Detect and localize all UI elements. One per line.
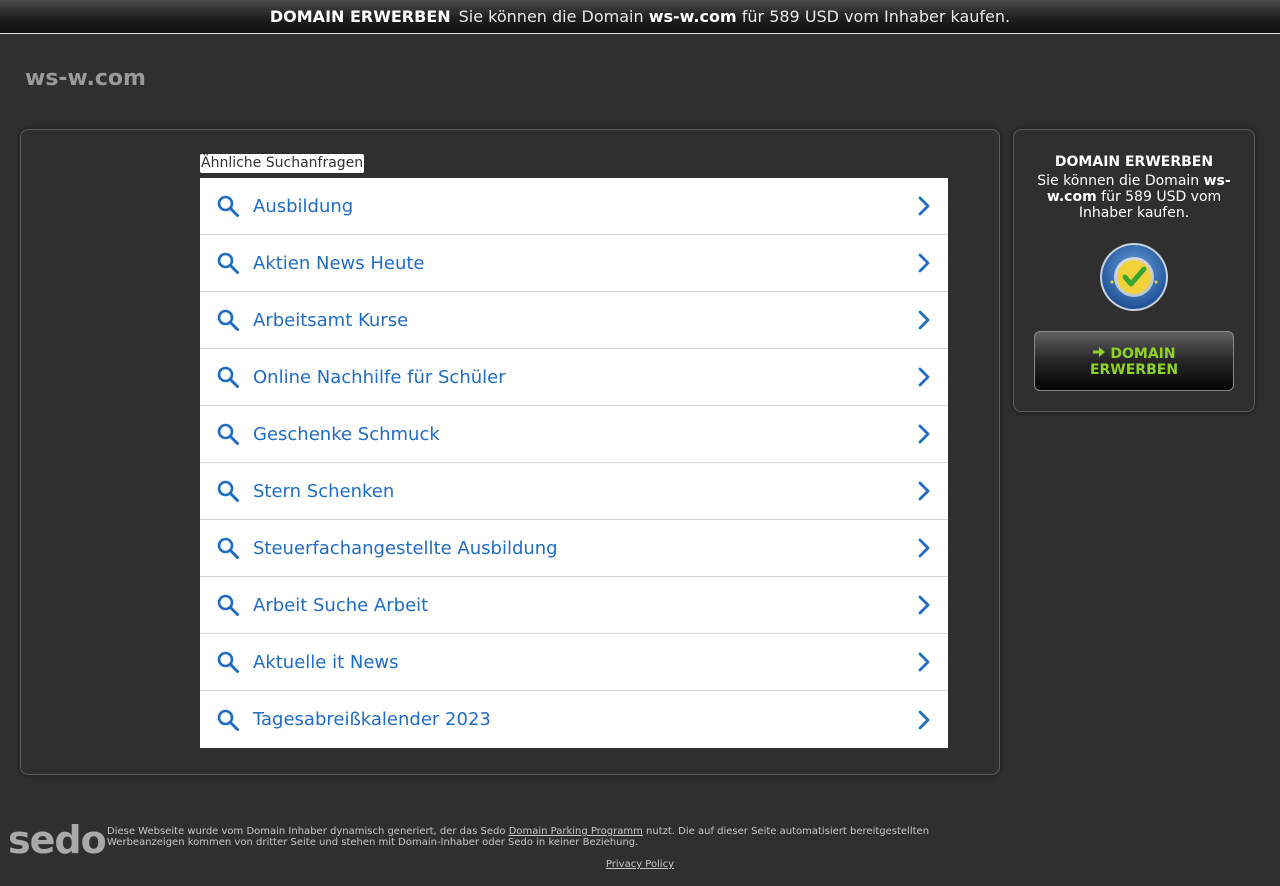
- search-icon: [216, 650, 240, 674]
- chevron-right-icon: [916, 594, 932, 616]
- search-icon: [216, 251, 240, 275]
- buy-domain-button[interactable]: DOMAIN ERWERBEN: [1034, 331, 1234, 391]
- top-banner[interactable]: DOMAIN ERWERBEN Sie können die Domain ws…: [0, 0, 1280, 34]
- chevron-right-icon: [916, 709, 932, 731]
- buy-domain-button-label-1: DOMAIN: [1110, 345, 1176, 362]
- privacy-footer: Privacy Policy: [0, 859, 1280, 870]
- footer-disclaimer: Diese Webseite wurde vom Domain Inhaber …: [107, 826, 947, 848]
- related-search-item[interactable]: Arbeitsamt Kurse: [200, 292, 948, 349]
- related-search-item[interactable]: Aktien News Heute: [200, 235, 948, 292]
- sedo-buyer-protection-badge: [1099, 242, 1169, 312]
- buy-domain-title: DOMAIN ERWERBEN: [1054, 154, 1214, 170]
- search-icon: [216, 479, 240, 503]
- sedo-logo: sedo: [8, 818, 107, 862]
- buy-domain-text-before: Sie können die Domain: [1037, 173, 1200, 189]
- related-search-item[interactable]: Tagesabreißkalender 2023: [200, 691, 948, 748]
- related-search-item[interactable]: Aktuelle it News: [200, 634, 948, 691]
- related-search-label: Geschenke Schmuck: [253, 423, 440, 445]
- related-search-item[interactable]: Online Nachhilfe für Schüler: [200, 349, 948, 406]
- privacy-policy-link[interactable]: Privacy Policy: [606, 859, 674, 870]
- chevron-right-icon: [916, 309, 932, 331]
- search-icon: [216, 536, 240, 560]
- search-icon: [216, 308, 240, 332]
- related-search-item[interactable]: Ausbildung: [200, 178, 948, 235]
- banner-domain: ws-w.com: [648, 7, 737, 26]
- related-search-label: Tagesabreißkalender 2023: [253, 709, 491, 730]
- related-search-item[interactable]: Arbeit Suche Arbeit: [200, 577, 948, 634]
- related-search-item[interactable]: Steuerfachangestellte Ausbildung: [200, 520, 948, 577]
- search-icon: [216, 365, 240, 389]
- related-search-label: Ausbildung: [253, 195, 354, 217]
- related-search-label: Online Nachhilfe für Schüler: [253, 366, 506, 388]
- related-search-item[interactable]: Stern Schenken: [200, 463, 948, 520]
- banner-heading: DOMAIN ERWERBEN: [269, 7, 451, 26]
- related-search-label: Aktuelle it News: [253, 651, 399, 673]
- domain-parking-link[interactable]: Domain Parking Programm: [509, 826, 643, 837]
- search-icon: [216, 194, 240, 218]
- related-search-label: Arbeit Suche Arbeit: [253, 594, 429, 616]
- chevron-right-icon: [916, 480, 932, 502]
- related-searches-list: Ausbildung Aktien News Heute Arbeitsamt Ku…: [200, 178, 948, 748]
- chevron-right-icon: [916, 195, 932, 217]
- search-icon: [216, 593, 240, 617]
- search-icon: [216, 708, 240, 732]
- related-search-label: Arbeitsamt Kurse: [253, 309, 409, 331]
- chevron-right-icon: [916, 423, 932, 445]
- related-search-label: Steuerfachangestellte Ausbildung: [253, 537, 558, 559]
- search-icon: [216, 422, 240, 446]
- site-title: ws-w.com: [25, 66, 146, 91]
- buy-domain-text: Sie können die Domain ws-w.com für 589 U…: [1034, 173, 1234, 221]
- buy-domain-text-after: für 589 USD vom Inhaber kaufen.: [1078, 189, 1222, 221]
- banner-text-before: Sie können die Domain: [458, 7, 644, 26]
- related-searches-label: Ähnliche Suchanfragen: [200, 154, 365, 173]
- arrow-right-circle-icon: [1092, 345, 1106, 362]
- footer-text-before: Diese Webseite wurde vom Domain Inhaber …: [107, 826, 506, 837]
- chevron-right-icon: [916, 537, 932, 559]
- banner-text-after: für 589 USD vom Inhaber kaufen.: [741, 7, 1011, 26]
- buy-domain-button-label-2: ERWERBEN: [1089, 361, 1179, 378]
- chevron-right-icon: [916, 366, 932, 388]
- related-search-item[interactable]: Geschenke Schmuck: [200, 406, 948, 463]
- related-search-label: Aktien News Heute: [253, 252, 425, 274]
- chevron-right-icon: [916, 252, 932, 274]
- chevron-right-icon: [916, 651, 932, 673]
- related-search-label: Stern Schenken: [253, 480, 395, 502]
